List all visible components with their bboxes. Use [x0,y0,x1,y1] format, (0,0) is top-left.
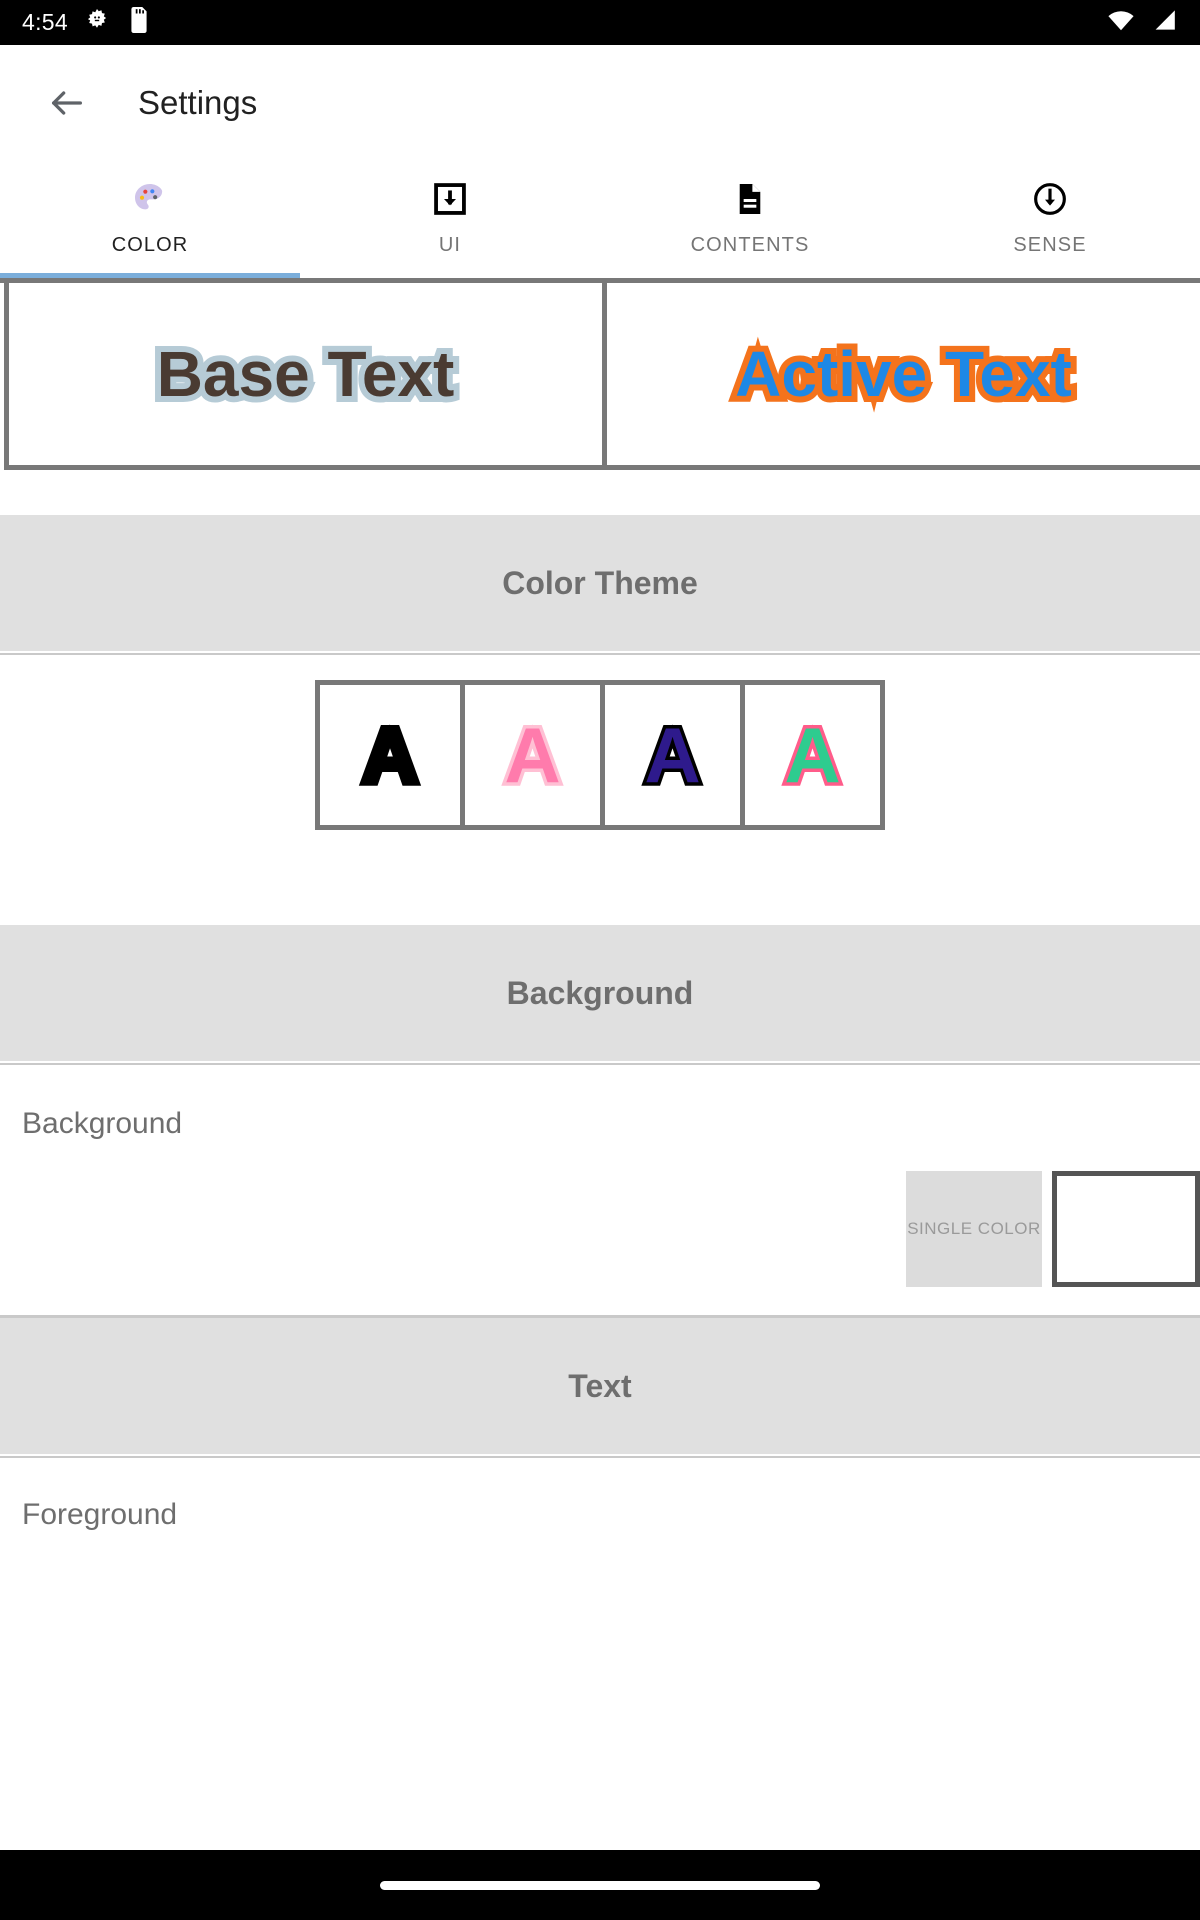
home-indicator[interactable] [380,1880,820,1890]
wifi-icon [1106,8,1136,37]
cell-signal-icon [1150,8,1178,37]
active-text-preview[interactable]: Active Text [607,283,1200,470]
section-title-background: Background [506,974,694,1011]
section-title-text: Text [568,1367,632,1404]
theme-swatch-pink[interactable]: A [460,685,600,825]
back-button[interactable] [38,74,96,132]
text-preview-row: Base Text Active Text [0,278,1200,470]
app-bar: Settings [0,45,1200,160]
section-header-color-theme: Color Theme [0,515,1200,653]
circle-down-arrow-icon [1030,176,1070,222]
status-bar-notification-icons [84,7,150,38]
background-color-chip[interactable] [1052,1171,1200,1287]
status-bar: 4:54 [0,0,1200,45]
back-arrow-icon [52,90,83,115]
theme-swatch-letter: A [641,711,704,799]
tab-ui[interactable]: UI [300,160,600,278]
tab-contents[interactable]: CONTENTS [600,160,900,278]
background-preference-row[interactable]: Background SINGLE COLOR [0,1065,1200,1315]
theme-swatch-letter: A [501,711,564,799]
tab-color-label: COLOR [111,234,189,256]
section-header-text: Text [0,1318,1200,1456]
theme-swatch-black[interactable]: A [320,685,460,825]
download-box-icon [431,176,469,222]
sd-card-icon [128,7,150,38]
active-text-sample: Active Text [729,332,1078,416]
tab-ui-label: UI [438,234,462,256]
foreground-preference-row[interactable]: Foreground [0,1458,1200,1532]
tab-sense[interactable]: SENSE [900,160,1200,278]
palette-icon [130,176,170,222]
single-color-button[interactable]: SINGLE COLOR [906,1171,1042,1287]
gear-icon [84,7,110,38]
spacer-after-preview [0,470,1200,515]
section-title-color-theme: Color Theme [502,564,698,601]
color-theme-swatch-area: A A A A [0,655,1200,925]
page-title: Settings [138,83,258,121]
base-text-preview[interactable]: Base Text [4,283,607,470]
section-header-background: Background [0,925,1200,1063]
tab-active-indicator [0,273,300,278]
tab-sense-label: SENSE [1013,234,1087,256]
foreground-row-label: Foreground [22,1498,178,1531]
theme-swatch-green[interactable]: A [740,685,880,825]
theme-swatch-navy[interactable]: A [600,685,740,825]
tab-contents-label: CONTENTS [690,234,810,256]
system-navigation-bar [0,1850,1200,1920]
color-theme-swatch-strip: A A A A [315,680,885,830]
tab-bar: COLOR UI CONTENTS SENSE [0,160,1200,278]
document-icon [731,176,769,222]
base-text-sample: Base Text [151,332,461,416]
status-bar-system-icons [1106,8,1178,37]
theme-swatch-letter: A [358,711,421,799]
tab-color[interactable]: COLOR [0,160,300,278]
theme-swatch-letter: A [781,711,844,799]
status-bar-clock: 4:54 [22,9,68,35]
background-row-label: Background [22,1107,183,1140]
background-controls: SINGLE COLOR [906,1171,1200,1287]
